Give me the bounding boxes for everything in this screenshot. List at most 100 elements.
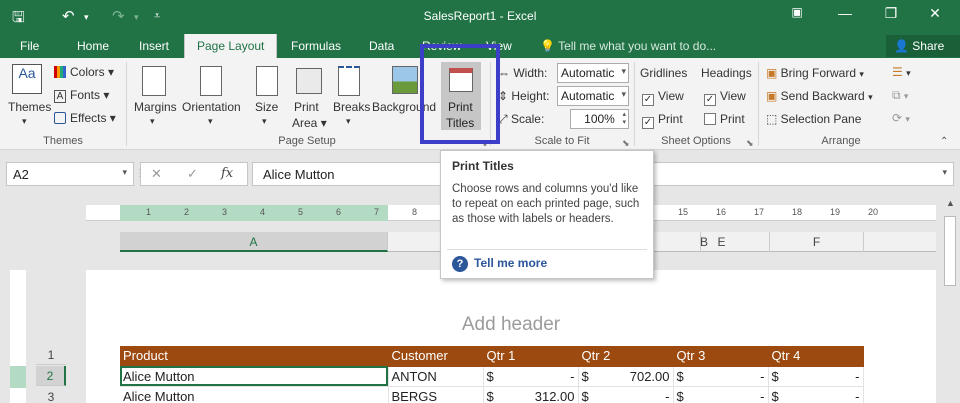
tell-me-box[interactable]: 💡 Tell me what you want to do...	[540, 39, 716, 53]
colors-button[interactable]: Colors ▾	[54, 65, 114, 79]
scale-launcher-icon[interactable]: ⬊	[622, 138, 630, 149]
gridlines-print-checkbox[interactable]: ✓ Print	[642, 112, 683, 129]
formula-value: Alice Mutton	[263, 167, 335, 182]
cell-qtr4[interactable]: $ -	[768, 386, 864, 403]
share-button[interactable]: 👤 Share	[886, 35, 960, 57]
group-divider	[126, 62, 127, 146]
column-header-f[interactable]: F	[770, 232, 864, 252]
vertical-ruler	[10, 270, 26, 403]
cell-value: -	[570, 368, 575, 384]
group-divider	[758, 62, 759, 146]
vertical-scrollbar[interactable]: ▲	[940, 196, 960, 403]
width-select[interactable]: Automatic ▾	[557, 63, 629, 83]
name-box[interactable]: A2 ▾	[6, 162, 134, 186]
align-icon[interactable]: ☰ ▾	[892, 65, 911, 79]
breaks-dropdown-icon[interactable]: ▾	[346, 116, 351, 127]
cell-value: -	[855, 368, 860, 384]
margins-dropdown-icon[interactable]: ▾	[150, 116, 155, 127]
tab-formulas[interactable]: Formulas	[291, 39, 341, 53]
themes-dropdown-icon[interactable]: ▾	[22, 116, 27, 127]
bring-forward-button[interactable]: ▣ Bring Forward ▾	[766, 66, 864, 80]
column-header-a[interactable]: A	[120, 232, 388, 252]
row-header-2[interactable]: 2	[36, 366, 66, 386]
size-dropdown-icon[interactable]: ▾	[262, 116, 267, 127]
cell-qtr1[interactable]: $ -	[483, 366, 579, 387]
header-qtr1[interactable]: Qtr 1	[483, 346, 579, 367]
cell-product[interactable]: Alice Mutton	[120, 386, 389, 403]
maximize-button[interactable]: ❐	[876, 5, 906, 22]
cell-customer[interactable]: ANTON	[388, 366, 484, 387]
tab-data[interactable]: Data	[369, 39, 394, 53]
collapse-ribbon-icon[interactable]: ⌃	[940, 136, 948, 147]
selection-pane-button[interactable]: ⬚ Selection Pane	[766, 112, 861, 126]
scale-label: ⤢ Scale:	[498, 112, 544, 127]
themes-icon[interactable]: Aa	[12, 64, 42, 94]
cell-qtr3[interactable]: $ -	[673, 386, 769, 403]
send-backward-button[interactable]: ▣ Send Backward ▾	[766, 89, 873, 103]
margins-button[interactable]: Margins	[134, 100, 177, 114]
header-qtr4[interactable]: Qtr 4	[768, 346, 864, 367]
cell-qtr4[interactable]: $ -	[768, 366, 864, 387]
orientation-icon[interactable]	[200, 66, 222, 96]
tab-insert[interactable]: Insert	[139, 39, 169, 53]
breaks-button[interactable]: Breaks	[333, 100, 370, 114]
tell-me-more-link[interactable]: ? Tell me more	[452, 256, 547, 272]
breaks-icon[interactable]	[338, 66, 360, 96]
expand-formula-icon[interactable]: ▾	[942, 167, 947, 178]
headings-view-checkbox[interactable]: ✓ View	[704, 89, 746, 106]
ruler-tick: 17	[754, 207, 765, 217]
header-customer[interactable]: Customer	[388, 346, 484, 367]
ruler-selection-marker	[10, 366, 26, 388]
cell-qtr3[interactable]: $ -	[673, 366, 769, 387]
print-area-icon[interactable]	[296, 68, 322, 94]
scroll-up-icon[interactable]: ▲	[946, 198, 955, 208]
highlight-box	[420, 44, 500, 144]
orientation-button[interactable]: Orientation	[182, 100, 241, 114]
minimize-button[interactable]: —	[830, 5, 860, 21]
column-header-e[interactable]: E	[674, 232, 770, 252]
print-area-button[interactable]: Area ▾	[292, 116, 327, 130]
themes-button[interactable]: Themes	[8, 100, 51, 114]
cell-qtr2[interactable]: $ -	[578, 386, 674, 403]
size-icon[interactable]	[256, 66, 278, 96]
print-area-label-1[interactable]: Print	[294, 100, 319, 114]
chevron-down-icon[interactable]: ▾	[122, 167, 127, 178]
height-select[interactable]: Automatic ▾	[557, 86, 629, 106]
ruler-tick: 5	[298, 207, 304, 217]
background-icon[interactable]	[392, 66, 418, 94]
tab-page-layout[interactable]: Page Layout	[184, 34, 278, 58]
effects-icon	[54, 112, 66, 124]
tab-file[interactable]: File	[20, 39, 39, 53]
row-header-1[interactable]: 1	[36, 345, 66, 365]
cancel-icon[interactable]: ✕	[151, 166, 162, 182]
add-header-placeholder[interactable]: Add header	[86, 314, 936, 336]
lightbulb-icon: 💡	[540, 39, 559, 53]
headings-print-checkbox[interactable]: Print	[704, 112, 745, 126]
header-qtr3[interactable]: Qtr 3	[673, 346, 769, 367]
sheet-options-launcher-icon[interactable]: ⬊	[746, 138, 754, 149]
cell-customer[interactable]: BERGS	[388, 386, 484, 403]
cell-qtr2[interactable]: $702.00	[578, 366, 674, 387]
close-button[interactable]: ✕	[920, 5, 950, 22]
cell-product[interactable]: Alice Mutton	[120, 366, 389, 387]
cell-qtr1[interactable]: $312.00	[483, 386, 579, 403]
spinner-arrows-icon[interactable]: ▴ ▾	[622, 111, 626, 127]
orientation-dropdown-icon[interactable]: ▾	[208, 116, 213, 127]
fonts-button[interactable]: A Fonts ▾	[54, 88, 109, 103]
scale-label-text: Scale:	[510, 112, 545, 126]
enter-icon[interactable]: ✓	[187, 166, 198, 182]
insert-function-icon[interactable]: fx	[221, 166, 233, 181]
scrollbar-thumb[interactable]	[944, 216, 956, 286]
size-button[interactable]: Size	[255, 100, 278, 114]
gridlines-view-checkbox[interactable]: ✓ View	[642, 89, 684, 106]
tab-home[interactable]: Home	[77, 39, 109, 53]
header-qtr2[interactable]: Qtr 2	[578, 346, 674, 367]
scale-spinner[interactable]: 100% ▴ ▾	[570, 109, 629, 129]
checkmark-icon: ✓	[642, 117, 654, 129]
name-box-value: A2	[13, 167, 29, 182]
row-header-3[interactable]: 3	[36, 387, 66, 403]
header-product[interactable]: Product	[120, 346, 389, 367]
effects-button[interactable]: Effects ▾	[54, 111, 116, 125]
margins-icon[interactable]	[142, 66, 166, 96]
ribbon-display-options-icon[interactable]: ▣	[782, 5, 812, 19]
